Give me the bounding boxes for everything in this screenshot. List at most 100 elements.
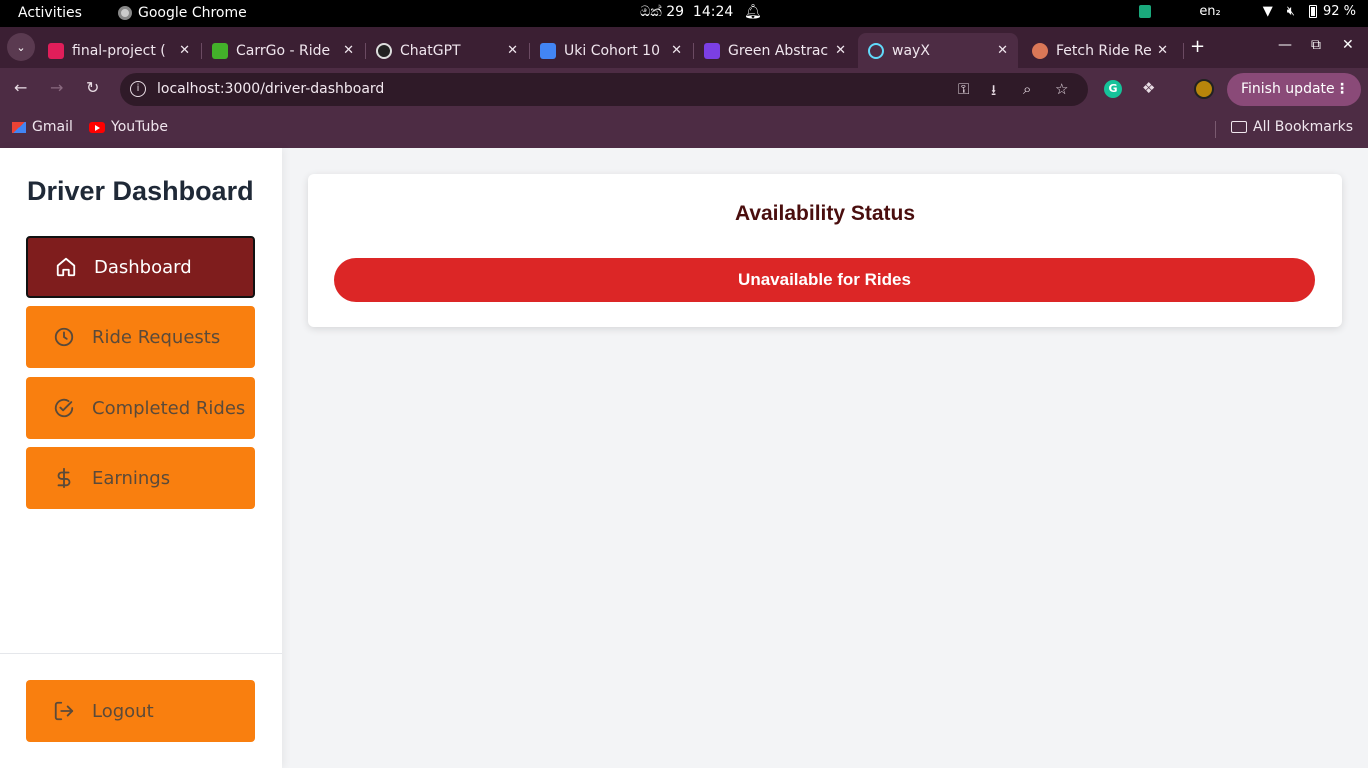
folder-icon [1231, 121, 1247, 133]
bookmark-label: Gmail [32, 119, 73, 135]
volume-muted-icon: 🔇︎ [1286, 4, 1295, 19]
url-text[interactable]: localhost:3000/driver-dashboard [157, 81, 384, 97]
logout-button[interactable]: Logout [26, 680, 255, 742]
tab-label: wayX [892, 42, 930, 59]
grammarly-icon[interactable]: G [1104, 80, 1122, 98]
chrome-icon [118, 6, 132, 20]
youtube-icon [89, 121, 105, 133]
close-icon[interactable]: ✕ [343, 43, 354, 58]
home-icon [54, 255, 78, 279]
reload-icon[interactable]: ↻ [86, 78, 99, 97]
date: ඔක් 29 [640, 4, 685, 20]
availability-card: Availability Status Unavailable for Ride… [308, 174, 1342, 327]
app-name: Google Chrome [138, 5, 247, 21]
restore-icon[interactable]: ⧉ [1311, 37, 1321, 53]
sidebar-item-label: Dashboard [94, 256, 192, 278]
battery-percent: 92 % [1322, 4, 1356, 19]
tab-carrgo[interactable]: CarrGo - Ride ✕ [202, 33, 364, 68]
tab-label: ChatGPT [400, 42, 461, 59]
tab-green-abstract[interactable]: Green Abstrac ✕ [694, 33, 856, 68]
classroom-icon [540, 42, 556, 59]
sidebar-divider [0, 653, 282, 654]
install-app-icon[interactable]: ⭳ [991, 80, 996, 105]
bookmarks-separator [1215, 121, 1216, 138]
site-info-icon[interactable]: i [130, 81, 146, 97]
address-bar[interactable]: i localhost:3000/driver-dashboard ⚿ ⭳ ⌕ … [120, 73, 1088, 106]
react-icon [868, 42, 884, 59]
forward-icon[interactable]: → [50, 78, 63, 97]
bookmark-star-icon[interactable]: ☆ [1055, 80, 1068, 98]
finish-update-label: Finish update [1241, 81, 1335, 97]
close-icon[interactable]: ✕ [835, 43, 846, 58]
sidebar-item-label: Ride Requests [92, 326, 221, 348]
gmail-icon [12, 121, 26, 133]
logout-icon [52, 699, 76, 723]
check-circle-icon [52, 396, 76, 420]
tab-uki-cohort[interactable]: Uki Cohort 10 ✕ [530, 33, 692, 68]
availability-heading: Availability Status [734, 202, 916, 225]
all-bookmarks[interactable]: All Bookmarks [1231, 119, 1353, 135]
password-key-icon[interactable]: ⚿ [958, 80, 969, 98]
extensions-icon[interactable]: ❖ [1142, 79, 1155, 97]
clock-icon [52, 325, 76, 349]
tab-label: Fetch Ride Re [1056, 42, 1152, 59]
sidebar-item-earnings[interactable]: Earnings [26, 447, 255, 509]
claude-icon [1032, 42, 1048, 59]
bookmark-label: YouTube [111, 119, 168, 135]
wifi-icon: ▼ [1262, 4, 1273, 19]
keyboard-layout[interactable]: en₂ [1199, 4, 1220, 19]
tab-chatgpt[interactable]: ChatGPT ✕ [366, 33, 528, 68]
tab-final-project[interactable]: final-project ( ✕ [38, 33, 200, 68]
sidebar: Driver Dashboard Dashboard Ride Requests… [0, 148, 282, 768]
tab-separator [1183, 43, 1184, 59]
carrgo-icon [212, 42, 228, 59]
tray-app-icon [1139, 5, 1152, 18]
sidebar-item-completed-rides[interactable]: Completed Rides [26, 377, 255, 439]
close-icon[interactable]: ✕ [1157, 43, 1168, 58]
chevron-down-icon: ⌄ [16, 40, 26, 54]
sidebar-title: Driver Dashboard [27, 176, 254, 206]
close-icon[interactable]: ✕ [507, 43, 518, 58]
window-close-icon[interactable]: ✕ [1342, 37, 1354, 53]
chatgpt-icon [376, 42, 392, 59]
finish-update-button[interactable]: Finish update ⋮ [1227, 73, 1361, 106]
bell-icon[interactable]: 🔔︎ [744, 4, 762, 20]
sidebar-item-dashboard[interactable]: Dashboard [26, 236, 255, 298]
toolbar: ← → ↻ i localhost:3000/driver-dashboard … [0, 68, 1368, 111]
bookmark-youtube[interactable]: YouTube [89, 119, 168, 135]
menu-dots-icon: ⋮ [1335, 81, 1349, 97]
tab-label: Uki Cohort 10 [564, 42, 660, 59]
tab-label: Green Abstrac [728, 42, 829, 59]
tab-label: final-project ( [72, 42, 166, 59]
bookmark-label: All Bookmarks [1253, 119, 1354, 135]
canva-icon [704, 42, 720, 59]
close-icon[interactable]: ✕ [997, 43, 1008, 58]
tab-label: CarrGo - Ride [236, 42, 331, 59]
activities-button[interactable]: Activities [18, 5, 82, 21]
sidebar-item-ride-requests[interactable]: Ride Requests [26, 306, 255, 368]
system-tray[interactable]: en₂ ▼ 🔇︎ 92 % [1139, 4, 1356, 19]
bookmark-gmail[interactable]: Gmail [12, 119, 73, 135]
app-menu[interactable]: Google Chrome [118, 5, 247, 21]
battery-icon [1308, 5, 1317, 18]
time: 14:24 [692, 4, 734, 20]
availability-toggle-button[interactable]: Unavailable for Rides [334, 258, 1315, 302]
new-tab-icon[interactable]: + [1190, 36, 1205, 57]
logout-label: Logout [92, 700, 154, 722]
profile-avatar[interactable] [1194, 79, 1214, 99]
sidebar-item-label: Earnings [92, 467, 171, 489]
system-top-bar: Activities Google Chrome ඔක් 29 14:24 🔔︎… [0, 0, 1368, 27]
tab-fetch-ride[interactable]: Fetch Ride Re ✕ [1022, 33, 1178, 68]
back-icon[interactable]: ← [14, 78, 27, 97]
slack-icon [48, 42, 64, 59]
sidebar-item-label: Completed Rides [92, 397, 246, 419]
close-icon[interactable]: ✕ [671, 43, 682, 58]
tab-wayx[interactable]: wayX ✕ [858, 33, 1018, 68]
tab-search-button[interactable]: ⌄ [7, 33, 35, 61]
zoom-icon[interactable]: ⌕ [1023, 80, 1031, 98]
bookmarks-bar: Gmail YouTube All Bookmarks [0, 111, 1368, 148]
minimize-icon[interactable]: — [1278, 37, 1292, 53]
close-icon[interactable]: ✕ [179, 43, 190, 58]
clock[interactable]: ඔක් 29 14:24 [640, 4, 733, 20]
tab-strip: ⌄ final-project ( ✕ CarrGo - Ride ✕ Chat… [0, 27, 1368, 68]
